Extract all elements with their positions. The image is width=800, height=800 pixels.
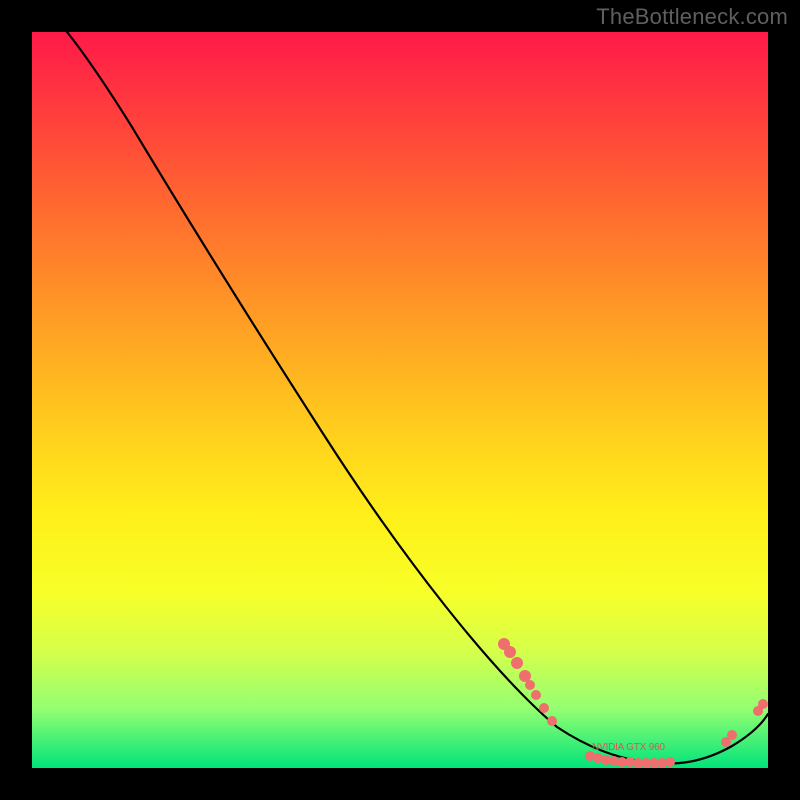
data-marker (665, 757, 675, 767)
data-marker (539, 703, 549, 713)
chart-frame: NVIDIA GTX 960 TheBottleneck.com (0, 0, 800, 800)
data-marker (525, 680, 535, 690)
data-marker (531, 690, 541, 700)
plateau-hardware-label: NVIDIA GTX 960 (592, 742, 665, 753)
data-marker (758, 699, 768, 709)
data-marker (727, 730, 737, 740)
bottleneck-curve (67, 32, 768, 764)
chart-overlay: NVIDIA GTX 960 (32, 32, 768, 768)
data-marker (511, 657, 523, 669)
data-marker (547, 716, 557, 726)
watermark-text: TheBottleneck.com (596, 4, 788, 30)
data-marker (504, 646, 516, 658)
